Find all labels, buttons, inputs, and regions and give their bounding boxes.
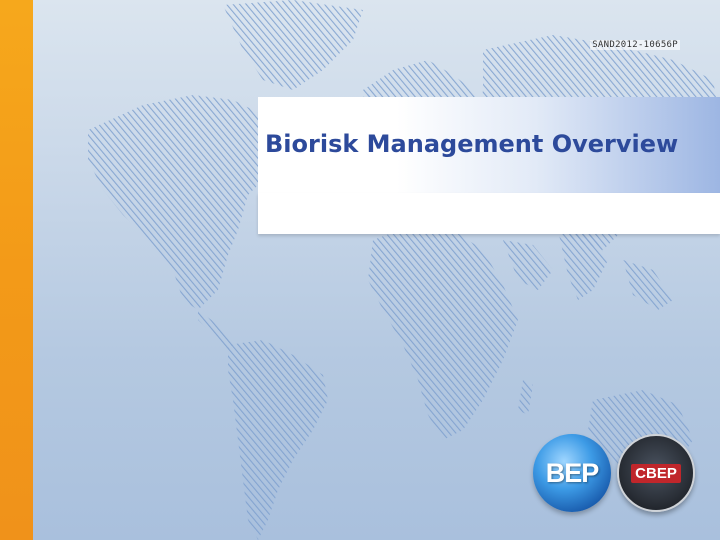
cbep-logo-text: CBEP <box>631 463 681 483</box>
title-slide: SAND2012-10656P Biorisk Management Overv… <box>0 0 720 540</box>
bep-logo: BEP <box>533 434 611 512</box>
subtitle-band <box>258 193 720 234</box>
slide-title: Biorisk Management Overview <box>265 130 679 158</box>
world-map-background <box>88 0 720 540</box>
document-reference-code: SAND2012-10656P <box>590 40 680 50</box>
bep-logo-text: BEP <box>545 457 600 488</box>
cbep-logo: CBEP <box>617 434 695 512</box>
accent-side-bar <box>0 0 33 540</box>
